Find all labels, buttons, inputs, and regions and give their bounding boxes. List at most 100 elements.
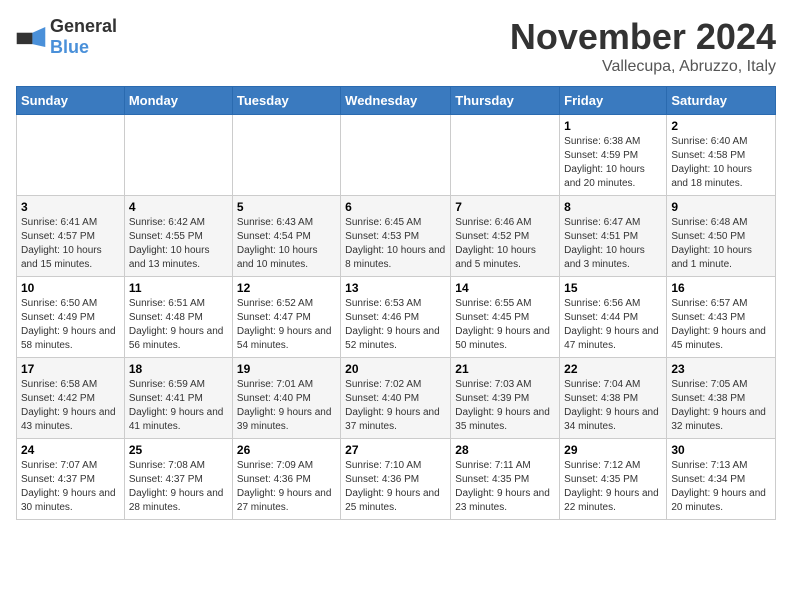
calendar-header-wednesday: Wednesday bbox=[341, 87, 451, 115]
calendar-header-tuesday: Tuesday bbox=[232, 87, 340, 115]
day-info: Sunrise: 6:43 AM Sunset: 4:54 PM Dayligh… bbox=[237, 216, 336, 272]
page-header: General Blue November 2024 Vallecupa, Ab… bbox=[16, 16, 776, 76]
calendar-cell bbox=[17, 115, 125, 196]
day-info: Sunrise: 6:46 AM Sunset: 4:52 PM Dayligh… bbox=[455, 216, 555, 272]
calendar-cell: 18 Sunrise: 6:59 AM Sunset: 4:41 PM Dayli… bbox=[124, 358, 232, 439]
day-info: Sunrise: 6:42 AM Sunset: 4:55 PM Dayligh… bbox=[129, 216, 228, 272]
day-number: 11 bbox=[129, 281, 228, 295]
day-info: Sunrise: 6:51 AM Sunset: 4:48 PM Dayligh… bbox=[129, 297, 228, 353]
calendar-cell bbox=[232, 115, 340, 196]
calendar-cell bbox=[124, 115, 232, 196]
day-number: 17 bbox=[21, 362, 120, 376]
calendar-cell: 6 Sunrise: 6:45 AM Sunset: 4:53 PM Daylig… bbox=[341, 196, 451, 277]
calendar-cell: 24 Sunrise: 7:07 AM Sunset: 4:37 PM Dayli… bbox=[17, 439, 125, 520]
calendar-cell: 25 Sunrise: 7:08 AM Sunset: 4:37 PM Dayli… bbox=[124, 439, 232, 520]
day-info: Sunrise: 6:48 AM Sunset: 4:50 PM Dayligh… bbox=[671, 216, 771, 272]
day-info: Sunrise: 6:58 AM Sunset: 4:42 PM Dayligh… bbox=[21, 378, 120, 434]
calendar-cell: 1 Sunrise: 6:38 AM Sunset: 4:59 PM Daylig… bbox=[560, 115, 667, 196]
day-number: 18 bbox=[129, 362, 228, 376]
day-info: Sunrise: 7:13 AM Sunset: 4:34 PM Dayligh… bbox=[671, 459, 771, 515]
month-title: November 2024 bbox=[510, 16, 776, 58]
day-info: Sunrise: 7:02 AM Sunset: 4:40 PM Dayligh… bbox=[345, 378, 446, 434]
calendar-cell: 29Sunrise: 7:12 AM Sunset: 4:35 PM Dayli… bbox=[560, 439, 667, 520]
day-info: Sunrise: 7:03 AM Sunset: 4:39 PM Dayligh… bbox=[455, 378, 555, 434]
day-info: Sunrise: 7:11 AM Sunset: 4:35 PM Dayligh… bbox=[455, 459, 555, 515]
day-number: 25 bbox=[129, 443, 228, 457]
calendar-header-monday: Monday bbox=[124, 87, 232, 115]
day-number: 24 bbox=[21, 443, 120, 457]
day-info: Sunrise: 6:50 AM Sunset: 4:49 PM Dayligh… bbox=[21, 297, 120, 353]
day-number: 8 bbox=[564, 200, 662, 214]
calendar-header-row: SundayMondayTuesdayWednesdayThursdayFrid… bbox=[17, 87, 776, 115]
calendar-cell: 28 Sunrise: 7:11 AM Sunset: 4:35 PM Dayli… bbox=[451, 439, 560, 520]
calendar-cell: 15 Sunrise: 6:56 AM Sunset: 4:44 PM Dayli… bbox=[560, 277, 667, 358]
day-info: Sunrise: 6:41 AM Sunset: 4:57 PM Dayligh… bbox=[21, 216, 120, 272]
day-number: 5 bbox=[237, 200, 336, 214]
day-number: 14 bbox=[455, 281, 555, 295]
calendar-cell: 7Sunrise: 6:46 AM Sunset: 4:52 PM Daylig… bbox=[451, 196, 560, 277]
calendar-cell: 10 Sunrise: 6:50 AM Sunset: 4:49 PM Dayli… bbox=[17, 277, 125, 358]
day-number: 23 bbox=[671, 362, 771, 376]
day-info: Sunrise: 6:55 AM Sunset: 4:45 PM Dayligh… bbox=[455, 297, 555, 353]
calendar-cell: 12Sunrise: 6:52 AM Sunset: 4:47 PM Dayli… bbox=[232, 277, 340, 358]
day-info: Sunrise: 7:01 AM Sunset: 4:40 PM Dayligh… bbox=[237, 378, 336, 434]
title-block: November 2024 Vallecupa, Abruzzo, Italy bbox=[510, 16, 776, 76]
logo-blue: Blue bbox=[50, 37, 89, 57]
day-info: Sunrise: 6:53 AM Sunset: 4:46 PM Dayligh… bbox=[345, 297, 446, 353]
day-info: Sunrise: 7:05 AM Sunset: 4:38 PM Dayligh… bbox=[671, 378, 771, 434]
calendar-cell bbox=[451, 115, 560, 196]
calendar-header-thursday: Thursday bbox=[451, 87, 560, 115]
calendar-cell: 13Sunrise: 6:53 AM Sunset: 4:46 PM Dayli… bbox=[341, 277, 451, 358]
calendar-cell: 3 Sunrise: 6:41 AM Sunset: 4:57 PM Daylig… bbox=[17, 196, 125, 277]
calendar-cell: 27Sunrise: 7:10 AM Sunset: 4:36 PM Dayli… bbox=[341, 439, 451, 520]
calendar-cell: 9Sunrise: 6:48 AM Sunset: 4:50 PM Daylig… bbox=[667, 196, 776, 277]
calendar-cell: 19Sunrise: 7:01 AM Sunset: 4:40 PM Dayli… bbox=[232, 358, 340, 439]
calendar-week-row: 3 Sunrise: 6:41 AM Sunset: 4:57 PM Daylig… bbox=[17, 196, 776, 277]
day-number: 10 bbox=[21, 281, 120, 295]
day-info: Sunrise: 6:59 AM Sunset: 4:41 PM Dayligh… bbox=[129, 378, 228, 434]
day-info: Sunrise: 7:04 AM Sunset: 4:38 PM Dayligh… bbox=[564, 378, 662, 434]
logo-general: General bbox=[50, 16, 117, 36]
calendar-header-saturday: Saturday bbox=[667, 87, 776, 115]
day-number: 15 bbox=[564, 281, 662, 295]
calendar-header-sunday: Sunday bbox=[17, 87, 125, 115]
logo-icon bbox=[16, 27, 46, 47]
logo: General Blue bbox=[16, 16, 117, 58]
day-number: 21 bbox=[455, 362, 555, 376]
calendar-cell bbox=[341, 115, 451, 196]
day-info: Sunrise: 7:10 AM Sunset: 4:36 PM Dayligh… bbox=[345, 459, 446, 515]
day-number: 16 bbox=[671, 281, 771, 295]
day-number: 3 bbox=[21, 200, 120, 214]
day-info: Sunrise: 6:40 AM Sunset: 4:58 PM Dayligh… bbox=[671, 135, 771, 191]
calendar-cell: 8 Sunrise: 6:47 AM Sunset: 4:51 PM Daylig… bbox=[560, 196, 667, 277]
day-number: 2 bbox=[671, 119, 771, 133]
calendar-cell: 17 Sunrise: 6:58 AM Sunset: 4:42 PM Dayli… bbox=[17, 358, 125, 439]
day-info: Sunrise: 6:38 AM Sunset: 4:59 PM Dayligh… bbox=[564, 135, 662, 191]
logo-text: General Blue bbox=[50, 16, 117, 58]
day-info: Sunrise: 7:08 AM Sunset: 4:37 PM Dayligh… bbox=[129, 459, 228, 515]
day-info: Sunrise: 7:07 AM Sunset: 4:37 PM Dayligh… bbox=[21, 459, 120, 515]
day-number: 22 bbox=[564, 362, 662, 376]
calendar-cell: 30 Sunrise: 7:13 AM Sunset: 4:34 PM Dayli… bbox=[667, 439, 776, 520]
day-number: 30 bbox=[671, 443, 771, 457]
calendar-cell: 14 Sunrise: 6:55 AM Sunset: 4:45 PM Dayli… bbox=[451, 277, 560, 358]
day-info: Sunrise: 6:47 AM Sunset: 4:51 PM Dayligh… bbox=[564, 216, 662, 272]
calendar-cell: 20Sunrise: 7:02 AM Sunset: 4:40 PM Dayli… bbox=[341, 358, 451, 439]
day-info: Sunrise: 7:09 AM Sunset: 4:36 PM Dayligh… bbox=[237, 459, 336, 515]
day-info: Sunrise: 6:45 AM Sunset: 4:53 PM Dayligh… bbox=[345, 216, 446, 272]
calendar-week-row: 24 Sunrise: 7:07 AM Sunset: 4:37 PM Dayli… bbox=[17, 439, 776, 520]
calendar-table: SundayMondayTuesdayWednesdayThursdayFrid… bbox=[16, 86, 776, 520]
calendar-cell: 11 Sunrise: 6:51 AM Sunset: 4:48 PM Dayli… bbox=[124, 277, 232, 358]
day-number: 28 bbox=[455, 443, 555, 457]
day-info: Sunrise: 6:57 AM Sunset: 4:43 PM Dayligh… bbox=[671, 297, 771, 353]
calendar-week-row: 1 Sunrise: 6:38 AM Sunset: 4:59 PM Daylig… bbox=[17, 115, 776, 196]
day-number: 6 bbox=[345, 200, 446, 214]
day-number: 4 bbox=[129, 200, 228, 214]
day-info: Sunrise: 6:56 AM Sunset: 4:44 PM Dayligh… bbox=[564, 297, 662, 353]
calendar-week-row: 17 Sunrise: 6:58 AM Sunset: 4:42 PM Dayli… bbox=[17, 358, 776, 439]
day-number: 1 bbox=[564, 119, 662, 133]
calendar-cell: 16 Sunrise: 6:57 AM Sunset: 4:43 PM Dayli… bbox=[667, 277, 776, 358]
calendar-cell: 4 Sunrise: 6:42 AM Sunset: 4:55 PM Daylig… bbox=[124, 196, 232, 277]
day-number: 29 bbox=[564, 443, 662, 457]
day-number: 26 bbox=[237, 443, 336, 457]
